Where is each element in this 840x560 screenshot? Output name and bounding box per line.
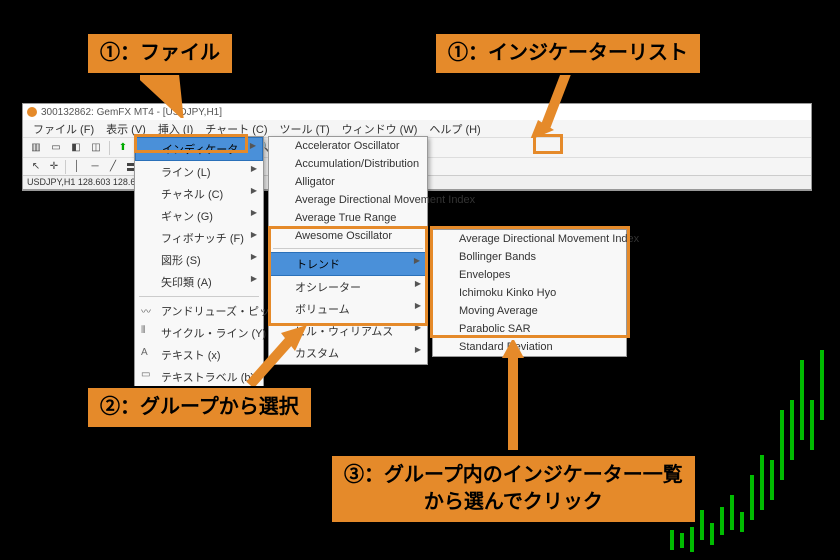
trend-item-1-label: Bollinger Bands <box>459 251 536 263</box>
callout-group-indicators: ③：グループ内のインジケーター一覧 から選んでクリック <box>330 454 697 524</box>
menu-insert[interactable]: 挿入 (I) <box>152 121 199 137</box>
app-icon <box>27 107 37 117</box>
indicator-item-7-label: トレンド <box>296 259 340 271</box>
arrow-to-trend-items <box>478 340 548 460</box>
tb-cursor-icon[interactable]: ↖ <box>27 159 45 175</box>
insert-item-0-label: インディケータ <box>162 144 238 156</box>
insert-item-10[interactable]: A テキスト (x) <box>135 344 263 366</box>
indicator-item-8[interactable]: オシレーター <box>269 276 427 298</box>
trend-item-5-label: Parabolic SAR <box>459 323 531 335</box>
insert-item-3[interactable]: ギャン (G) <box>135 205 263 227</box>
indicator-item-0-label: Accelerator Oscillator <box>295 140 400 152</box>
callout-indicator-list: ①：インジケーターリスト <box>434 32 702 75</box>
indicator-item-1[interactable]: Accumulation/Distribution <box>269 155 427 173</box>
insert-item-2[interactable]: チャネル (C) <box>135 183 263 205</box>
indicator-item-3[interactable]: Average Directional Movement Index <box>269 191 427 209</box>
insert-separator <box>139 296 259 297</box>
insert-item-11-icon: ▭ <box>141 369 153 380</box>
indicator-item-4-label: Average True Range <box>295 212 396 224</box>
trend-dropdown: Average Directional Movement Index Bollin… <box>432 229 627 357</box>
indicator-item-8-label: オシレーター <box>295 282 361 294</box>
indicator-item-0[interactable]: Accelerator Oscillator <box>269 137 427 155</box>
insert-item-5-label: 図形 (S) <box>161 255 201 267</box>
tb-crosshair-icon[interactable]: ✛ <box>45 159 63 175</box>
trend-item-2-label: Envelopes <box>459 269 510 281</box>
insert-item-10-icon: A <box>141 347 153 358</box>
callout-file: ①：ファイル <box>86 32 234 75</box>
callout-group-select: ②：グループから選択 <box>86 386 313 429</box>
tb-trendline-icon[interactable]: ╱ <box>104 159 122 175</box>
insert-item-1[interactable]: ライン (L) <box>135 161 263 183</box>
menu-tool[interactable]: ツール (T) <box>274 121 336 137</box>
indicator-item-2-label: Alligator <box>295 176 335 188</box>
tb-nav-icon[interactable]: ◫ <box>87 140 105 156</box>
trend-item-3-label: Ichimoku Kinko Hyo <box>459 287 556 299</box>
chart-candles <box>660 330 840 560</box>
indicator-item-4[interactable]: Average True Range <box>269 209 427 227</box>
tb-market-icon[interactable]: ◧ <box>67 140 85 156</box>
menu-help[interactable]: ヘルプ (H) <box>423 121 486 137</box>
indicator-item-7[interactable]: トレンド <box>269 252 427 276</box>
insert-item-0[interactable]: インディケータ <box>135 137 263 161</box>
trend-item-4-label: Moving Average <box>459 305 538 317</box>
indicator-item-1-label: Accumulation/Distribution <box>295 158 419 170</box>
arrow-to-groups <box>245 325 315 395</box>
indicator-item-2[interactable]: Alligator <box>269 173 427 191</box>
insert-item-6[interactable]: 矢印類 (A) <box>135 271 263 293</box>
insert-item-9-icon: ⦀ <box>141 325 153 336</box>
tb-vline-icon[interactable]: │ <box>68 159 86 175</box>
menu-chart[interactable]: チャート (C) <box>199 121 273 137</box>
insert-item-8[interactable]: 〰アンドリューズ・ピッチフォーク (A) <box>135 300 263 322</box>
tb-order-icon[interactable]: ⬆ <box>114 140 132 156</box>
trend-item-0-label: Average Directional Movement Index <box>459 233 639 245</box>
tb-hline-icon[interactable]: ─ <box>86 159 104 175</box>
insert-item-3-label: ギャン (G) <box>161 211 213 223</box>
indicator-item-9-label: ボリューム <box>295 304 350 316</box>
insert-item-6-label: 矢印類 (A) <box>161 277 212 289</box>
insert-item-11[interactable]: ▭ テキストラベル (b) <box>135 366 263 388</box>
indicator-item-9[interactable]: ボリューム <box>269 298 427 320</box>
insert-item-1-label: ライン (L) <box>161 167 211 179</box>
indicator-item-5[interactable]: Awesome Oscillator <box>269 227 427 245</box>
menu-file[interactable]: ファイル (F) <box>27 121 100 137</box>
trend-item-4[interactable]: Moving Average <box>433 302 626 320</box>
trend-item-1[interactable]: Bollinger Bands <box>433 248 626 266</box>
insert-item-4-label: フィボナッチ (F) <box>161 233 244 245</box>
trend-item-0[interactable]: Average Directional Movement Index <box>433 230 626 248</box>
indicator-item-5-label: Awesome Oscillator <box>295 230 392 242</box>
trend-item-3[interactable]: Ichimoku Kinko Hyo <box>433 284 626 302</box>
insert-item-9[interactable]: ⦀サイクル・ライン (Y) <box>135 322 263 344</box>
indicator-item-3-label: Average Directional Movement Index <box>295 194 475 206</box>
insert-item-4[interactable]: フィボナッチ (F) <box>135 227 263 249</box>
insert-item-5[interactable]: 図形 (S) <box>135 249 263 271</box>
tb-new-icon[interactable]: ▥ <box>27 140 45 156</box>
trend-item-2[interactable]: Envelopes <box>433 266 626 284</box>
menu-window[interactable]: ウィンドウ (W) <box>336 121 424 137</box>
menu-view[interactable]: 表示 (V) <box>100 121 152 137</box>
insert-item-8-icon: 〰 <box>141 303 153 318</box>
insert-item-10-label: テキスト (x) <box>161 350 221 362</box>
indicator-separator <box>273 248 423 249</box>
insert-item-2-label: チャネル (C) <box>161 189 223 201</box>
trend-item-5[interactable]: Parabolic SAR <box>433 320 626 338</box>
insert-item-11-label: テキストラベル (b) <box>161 372 254 384</box>
tb-profile-icon[interactable]: ▭ <box>47 140 65 156</box>
